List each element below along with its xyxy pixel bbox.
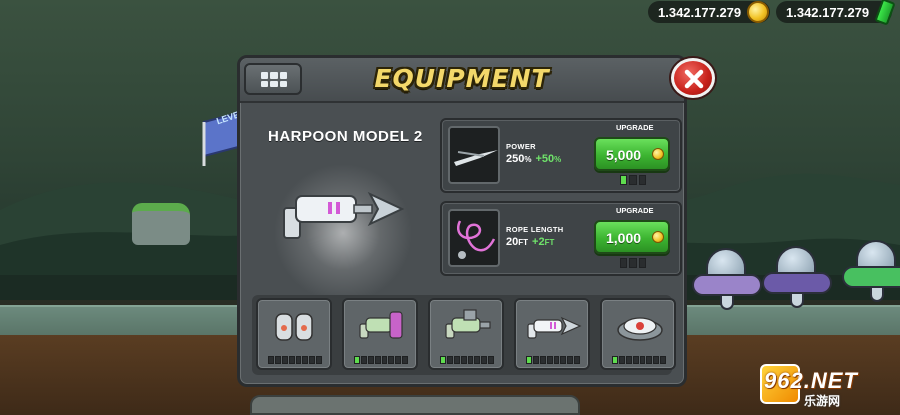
slot-progress [440, 356, 494, 364]
background-rock [132, 203, 190, 245]
power-bonus-unit: % [554, 155, 562, 164]
power-label: POWER [506, 142, 536, 151]
rope-thumbnail [448, 209, 500, 267]
rope-length-value: 20FT +2FT [506, 236, 554, 248]
slot-harpoon-green[interactable] [428, 298, 504, 370]
harpoon-model-2-icon [527, 316, 582, 339]
stat-card-rope-length: ROPE LENGTH 20FT +2FT UPGRADE 1,000 [440, 201, 682, 276]
rope-length-label: ROPE LENGTH [506, 225, 564, 234]
rope-upgrade-button[interactable]: 1,000 [594, 220, 670, 254]
rope-upgrade-label: UPGRADE [616, 206, 654, 215]
power-bonus: +50% [535, 153, 561, 165]
coin-icon [747, 1, 769, 23]
equipment-modal: EQUIPMENT HARPOON MODEL 2 POWER 250% +50%… [237, 55, 687, 387]
watermark-main-text: 962.NET [764, 368, 858, 393]
rope-length-unit: FT [518, 238, 529, 247]
slot-net-launcher[interactable] [600, 298, 676, 370]
rope-length-bonus-number: +2 [532, 236, 545, 248]
slot-progress [354, 356, 408, 364]
coin-icon [652, 231, 664, 243]
power-upgrade-label: UPGRADE [616, 123, 654, 132]
slot-progress [526, 356, 580, 364]
item-name: HARPOON MODEL 2 [268, 128, 423, 145]
power-thumbnail [448, 126, 500, 184]
rope-upgrade-progress [620, 258, 646, 268]
power-value-number: 250 [506, 153, 525, 165]
power-value-unit: % [524, 155, 532, 164]
power-value: 250% +50% [506, 153, 561, 165]
stat-card-power: POWER 250% +50% UPGRADE 5,000 [440, 118, 682, 193]
net-launcher-icon [617, 317, 663, 341]
site-watermark: 962.NET 乐游网 [760, 364, 896, 410]
watermark-sub-text: 乐游网 [804, 394, 841, 408]
background-rail [250, 395, 580, 415]
harpoon-tip-icon [454, 150, 498, 166]
rope-length-number: 20 [506, 236, 519, 248]
slot-harpoon-pink[interactable] [342, 298, 418, 370]
slot-harpoon-model-2[interactable] [514, 298, 590, 370]
fuel-balance-value: 1.342.177.279 [786, 4, 870, 20]
harpoon-gun-icon [283, 191, 405, 239]
modal-title: EQUIPMENT [374, 64, 550, 93]
power-bonus-number: +50 [535, 153, 555, 165]
close-icon [684, 69, 704, 89]
coin-balance-value: 1.342.177.279 [658, 4, 742, 20]
power-upgrade-progress [620, 175, 646, 185]
slot-progress [268, 356, 322, 364]
rope-length-bonus: +2FT [532, 236, 554, 248]
rope-length-bonus-unit: FT [544, 238, 555, 247]
power-upgrade-button[interactable]: 5,000 [594, 137, 670, 171]
modal-header: EQUIPMENT [240, 58, 684, 103]
power-upgrade-price: 5,000 [606, 147, 642, 163]
harpoon-pink-icon [359, 311, 403, 339]
equipment-slots [252, 295, 676, 375]
coin-icon [652, 148, 664, 160]
close-button[interactable] [671, 58, 715, 98]
slot-progress [612, 356, 666, 364]
rope-icon [457, 220, 496, 259]
rope-upgrade-price: 1,000 [606, 230, 642, 246]
jetpack-engines-icon [275, 313, 313, 341]
harpoon-green-icon [445, 309, 491, 339]
slot-jetpack-engines[interactable] [256, 298, 332, 370]
